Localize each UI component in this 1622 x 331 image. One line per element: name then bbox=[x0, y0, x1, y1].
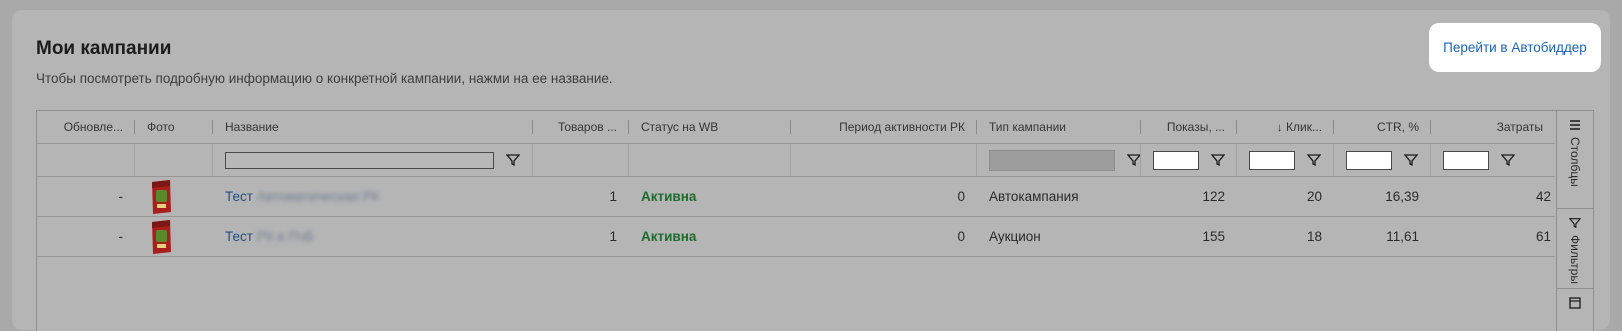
filter-cell-photo bbox=[135, 144, 213, 176]
filter-cell-status bbox=[629, 144, 791, 176]
table-header-row: Обновле... Фото Название Товаров ... Ста… bbox=[37, 111, 1555, 144]
table-filter-row bbox=[37, 144, 1555, 177]
column-header-clicks[interactable]: ↓ Клик... bbox=[1237, 111, 1334, 143]
cell-name: Тест Автоматическая РК bbox=[213, 177, 533, 216]
campaigns-table: Обновле... Фото Название Товаров ... Ста… bbox=[36, 110, 1594, 331]
filter-cell-cost bbox=[1431, 144, 1555, 176]
extra-panel-tab[interactable] bbox=[1557, 289, 1593, 331]
cell-cost: 42 bbox=[1535, 189, 1551, 204]
cell-photo bbox=[135, 217, 213, 256]
column-header-goods[interactable]: Товаров ... bbox=[533, 111, 629, 143]
column-header-photo[interactable]: Фото bbox=[135, 111, 213, 143]
column-header-shows[interactable]: Показы, ... bbox=[1141, 111, 1237, 143]
product-thumbnail[interactable] bbox=[149, 218, 173, 256]
cell-status: Активна bbox=[641, 229, 697, 244]
filter-icon[interactable] bbox=[1307, 153, 1321, 167]
filter-cell-clicks bbox=[1237, 144, 1334, 176]
filter-icon[interactable] bbox=[1127, 153, 1141, 167]
cell-clicks: 20 bbox=[1306, 189, 1322, 204]
type-filter-select[interactable] bbox=[989, 149, 1115, 171]
filter-icon[interactable] bbox=[1211, 153, 1225, 167]
cell-updated: - bbox=[118, 189, 124, 204]
filter-cell-shows bbox=[1141, 144, 1237, 176]
columns-tab-label: Столбцы bbox=[1568, 137, 1582, 187]
cell-shows: 155 bbox=[1202, 229, 1225, 244]
panel-icon bbox=[1569, 297, 1581, 309]
columns-panel-tab[interactable]: Столбцы bbox=[1557, 111, 1593, 209]
column-header-ctr[interactable]: CTR, % bbox=[1334, 111, 1431, 143]
go-to-autobidder-button[interactable]: Перейти в Автобиддер bbox=[1429, 23, 1601, 72]
clicks-filter-input[interactable] bbox=[1249, 150, 1295, 170]
filter-cell-period bbox=[791, 144, 977, 176]
cost-filter-input[interactable] bbox=[1443, 150, 1489, 170]
campaign-name-link[interactable]: Тест bbox=[225, 189, 253, 204]
filter-icon[interactable] bbox=[506, 153, 520, 167]
column-header-updated[interactable]: Обновле... bbox=[37, 111, 135, 143]
table-row: - Тест Автоматическая РК 1 Активна 0 Авт… bbox=[37, 177, 1555, 217]
column-header-status[interactable]: Статус на WB bbox=[629, 111, 791, 143]
cell-updated: - bbox=[118, 229, 124, 244]
cell-type: Аукцион bbox=[989, 229, 1041, 244]
campaign-name-blurred: Автоматическая РК bbox=[256, 189, 380, 204]
page-subtitle: Чтобы посмотреть подробную информацию о … bbox=[36, 71, 613, 86]
cell-ctr: 11,61 bbox=[1386, 229, 1419, 244]
column-header-type[interactable]: Тип кампании bbox=[977, 111, 1141, 143]
column-header-period[interactable]: Период активности РК bbox=[791, 111, 977, 143]
cell-period: 0 bbox=[957, 229, 965, 244]
filter-cell-updated bbox=[37, 144, 135, 176]
cell-clicks: 18 bbox=[1306, 229, 1322, 244]
cell-shows: 122 bbox=[1202, 189, 1225, 204]
filter-cell-goods bbox=[533, 144, 629, 176]
cell-period: 0 bbox=[957, 189, 965, 204]
filter-icon[interactable] bbox=[1501, 153, 1515, 167]
cell-goods: 1 bbox=[609, 229, 617, 244]
product-thumbnail[interactable] bbox=[149, 178, 173, 216]
filter-icon bbox=[1569, 218, 1581, 229]
campaign-name-link[interactable]: Тест bbox=[225, 229, 253, 244]
cell-cost: 61 bbox=[1535, 229, 1551, 244]
filter-icon[interactable] bbox=[1404, 153, 1418, 167]
cell-name: Тест РК в ПчБ bbox=[213, 217, 533, 256]
page-title: Мои кампании bbox=[36, 38, 172, 59]
ctr-filter-input[interactable] bbox=[1346, 150, 1392, 170]
name-filter-input[interactable] bbox=[225, 151, 494, 169]
cell-status: Активна bbox=[641, 189, 697, 204]
table-row: - Тест РК в ПчБ 1 Активна 0 Аукцион 155 … bbox=[37, 217, 1555, 257]
side-tool-panel: Столбцы Фильтры bbox=[1556, 111, 1593, 331]
campaign-name-blurred: РК в ПчБ bbox=[256, 229, 315, 244]
filter-cell-name bbox=[213, 144, 533, 176]
shows-filter-input[interactable] bbox=[1153, 150, 1199, 170]
filter-cell-ctr bbox=[1334, 144, 1431, 176]
filters-tab-label: Фильтры bbox=[1568, 235, 1582, 284]
cell-type: Автокампания bbox=[989, 189, 1079, 204]
cell-goods: 1 bbox=[609, 189, 617, 204]
filters-panel-tab[interactable]: Фильтры bbox=[1557, 209, 1593, 289]
cell-ctr: 16,39 bbox=[1385, 189, 1419, 204]
columns-menu-icon bbox=[1570, 120, 1580, 130]
filter-cell-type bbox=[977, 144, 1141, 176]
cell-photo bbox=[135, 177, 213, 216]
column-header-name[interactable]: Название bbox=[213, 111, 533, 143]
column-header-cost[interactable]: Затраты bbox=[1431, 111, 1555, 143]
